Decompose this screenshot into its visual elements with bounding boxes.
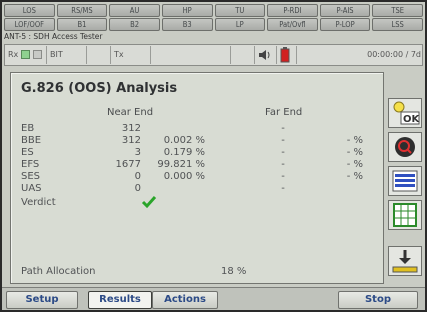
alarm-lss[interactable]: LSS (372, 18, 423, 31)
near-value: 0 (134, 183, 141, 194)
alarm-b2[interactable]: B2 (109, 18, 160, 31)
row-label: SES (21, 171, 41, 182)
near-percent: 0.000 % (163, 171, 205, 182)
zoom-icon (395, 137, 415, 157)
row-label: UAS (21, 183, 42, 194)
near-end-header: Near End (107, 107, 154, 118)
alarm-lof-oof[interactable]: LOF/OOF (4, 18, 55, 31)
far-percent: - % (346, 159, 363, 170)
rx-led2-icon (33, 50, 43, 59)
ok-icon: OK (393, 101, 421, 125)
rx-led-icon (20, 50, 30, 59)
near-value: 312 (121, 123, 141, 134)
alarm-p-rdi[interactable]: P-RDI (267, 4, 318, 17)
far-value: - (281, 171, 285, 182)
alarm-rs-ms[interactable]: RS/MS (56, 4, 108, 17)
near-percent: 0.002 % (163, 135, 205, 146)
results-button[interactable]: Results (88, 291, 152, 309)
far-value: - (281, 123, 285, 134)
alarm-row-2: LOF/OOF B1 B2 B3 LP Pat/Ovfl P-LOP LSS (4, 18, 423, 31)
near-percent: 99.821 % (157, 159, 205, 170)
far-percent: - % (346, 171, 363, 182)
row-label: EFS (21, 159, 40, 170)
table-row-eb: EB 312 - (11, 123, 383, 135)
table-row-uas: UAS 0 - (11, 183, 383, 195)
actions-button[interactable]: Actions (152, 291, 218, 309)
far-percent: - % (346, 135, 363, 146)
row-label: EB (21, 123, 35, 134)
blank-cell-1 (87, 46, 111, 64)
table-row-ses: SES 0 0.000 % - - % (11, 171, 383, 183)
rx-label: Rx (8, 50, 19, 59)
setup-button[interactable]: Setup (6, 291, 78, 309)
list-button[interactable] (388, 166, 422, 196)
grid-button[interactable] (388, 200, 422, 230)
ok-icon-text: OK (403, 114, 421, 125)
speaker-icon (259, 49, 270, 60)
battery-icon (280, 46, 290, 62)
verdict-label: Verdict (21, 197, 56, 208)
alarm-tu[interactable]: TU (214, 4, 266, 17)
alarm-b1[interactable]: B1 (56, 18, 108, 31)
alarm-pat-ovfl[interactable]: Pat/Ovfl (267, 18, 318, 31)
alarm-p-lop[interactable]: P-LOP (319, 18, 371, 31)
table-row-bbe: BBE 312 0.002 % - - % (11, 135, 383, 147)
g826-analysis-panel: G.826 (OOS) Analysis Near End Far End EB… (10, 72, 384, 284)
bit-indicator[interactable]: BIT (47, 46, 87, 64)
power-cell (277, 46, 297, 64)
tx-indicator[interactable]: Tx (111, 46, 151, 64)
row-label: BBE (21, 135, 42, 146)
alarm-tse[interactable]: TSE (372, 4, 423, 17)
download-button[interactable] (388, 246, 422, 276)
verdict-check-icon (141, 196, 157, 209)
rx-indicator[interactable]: Rx (5, 46, 47, 64)
device-title: ANT-5 : SDH Access Tester (4, 32, 103, 41)
near-value: 3 (134, 147, 141, 158)
far-value: - (281, 183, 285, 194)
download-icon (392, 250, 418, 273)
near-value: 0 (134, 171, 141, 182)
alarm-p-ais[interactable]: P-AIS (319, 4, 371, 17)
blank-cell-2 (151, 46, 231, 64)
far-end-header: Far End (265, 107, 303, 118)
blank-cell-3 (231, 46, 255, 64)
far-percent: - % (346, 147, 363, 158)
alarm-hp[interactable]: HP (161, 4, 213, 17)
far-value: - (281, 135, 285, 146)
alarm-b3[interactable]: B3 (161, 18, 213, 31)
status-bar: Rx BIT Tx 00:00:00 / 7d (4, 44, 423, 66)
alarm-lp[interactable]: LP (214, 18, 266, 31)
grid-icon (393, 203, 417, 227)
alarm-los[interactable]: LOS (4, 4, 55, 17)
table-row-es: ES 3 0.179 % - - % (11, 147, 383, 159)
zoom-button[interactable] (388, 132, 422, 162)
near-percent: 0.179 % (163, 147, 205, 158)
alarm-row-1: LOS RS/MS AU HP TU P-RDI P-AIS TSE (4, 4, 423, 17)
stop-button[interactable]: Stop (338, 291, 418, 309)
table-row-efs: EFS 1677 99.821 % - - % (11, 159, 383, 171)
path-allocation-label: Path Allocation (21, 266, 96, 277)
bit-label: BIT (50, 50, 63, 59)
path-allocation-value: 18 % (221, 266, 247, 277)
ok-button[interactable]: OK (388, 98, 422, 128)
panel-title: G.826 (OOS) Analysis (21, 81, 178, 96)
ant5-screen: LOS RS/MS AU HP TU P-RDI P-AIS TSE LOF/O… (2, 2, 425, 310)
far-value: - (281, 159, 285, 170)
elapsed-time: 00:00:00 / 7d (367, 50, 421, 59)
softkey-bar: Setup Results Actions Stop (2, 287, 425, 310)
speaker-cell[interactable] (255, 46, 277, 64)
list-icon (392, 170, 418, 192)
near-value: 1677 (115, 159, 141, 170)
alarm-au[interactable]: AU (109, 4, 160, 17)
near-value: 312 (121, 135, 141, 146)
row-label: ES (21, 147, 34, 158)
tx-label: Tx (114, 50, 124, 59)
path-allocation-row: Path Allocation 18 % (21, 266, 246, 277)
far-value: - (281, 147, 285, 158)
verdict-row: Verdict (11, 196, 383, 209)
